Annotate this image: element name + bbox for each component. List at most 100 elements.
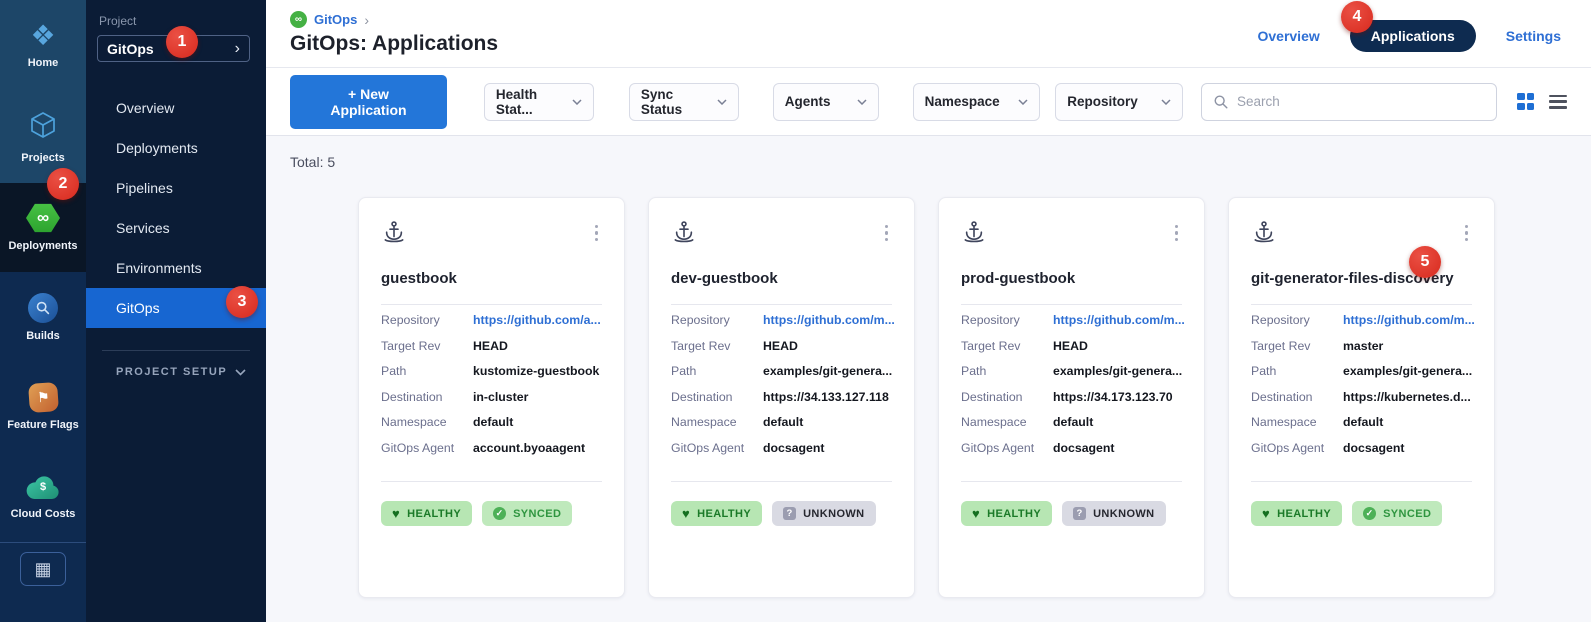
field-label: GitOps Agent (381, 441, 473, 455)
path-value: kustomize-guestbook (473, 364, 599, 378)
agent-value: account.byoaagent (473, 441, 585, 455)
application-card-dev-guestbook[interactable]: dev-guestbook Repositoryhttps://github.c… (648, 197, 915, 598)
apps-grid-icon: ▦ (34, 560, 51, 578)
filter-agents[interactable]: Agents (773, 83, 879, 121)
field-label: Destination (1251, 390, 1343, 404)
check-circle-icon: ✓ (1363, 507, 1376, 520)
sidebar-item-deployments[interactable]: Deployments (86, 128, 266, 168)
target-rev-value: HEAD (1053, 339, 1088, 353)
namespace-value: default (473, 415, 513, 429)
rail-item-label: Projects (21, 152, 64, 164)
home-icon: ❖ (30, 22, 55, 50)
field-label: Path (961, 364, 1053, 378)
filter-repository[interactable]: Repository (1055, 83, 1183, 121)
list-view-icon[interactable] (1549, 95, 1567, 109)
namespace-value: default (763, 415, 803, 429)
field-label: Target Rev (961, 339, 1053, 353)
divider (381, 481, 602, 482)
module-rail: ❖ Home Projects ∞ Deployments Builds ⚑ (0, 0, 86, 622)
heart-icon: ♥ (972, 507, 980, 520)
filter-namespace[interactable]: Namespace (913, 83, 1041, 121)
application-card-prod-guestbook[interactable]: prod-guestbook Repositoryhttps://github.… (938, 197, 1205, 598)
chevron-down-icon (235, 369, 246, 376)
filter-label: Sync Status (641, 87, 717, 117)
rail-item-builds[interactable]: Builds (0, 272, 86, 362)
badge-label: UNKNOWN (803, 508, 864, 520)
field-label: Repository (961, 313, 1053, 327)
project-selector-value: GitOps (107, 41, 154, 57)
field-label: Target Rev (1251, 339, 1343, 353)
divider (961, 481, 1182, 482)
repository-link[interactable]: https://github.com/m... (1053, 313, 1185, 327)
tab-settings[interactable]: Settings (1506, 28, 1561, 44)
namespace-value: default (1343, 415, 1383, 429)
chevron-right-icon: › (235, 40, 240, 58)
module-switcher-button[interactable]: ▦ (20, 552, 66, 586)
page-title: GitOps: Applications (290, 32, 498, 56)
rail-item-home[interactable]: ❖ Home (0, 0, 86, 90)
sidebar-item-pipelines[interactable]: Pipelines (86, 168, 266, 208)
rail-item-feature-flags[interactable]: ⚑ Feature Flags (0, 362, 86, 452)
application-card-git-generator-files-discovery[interactable]: git-generator-files-discovery Repository… (1228, 197, 1495, 598)
project-setup-toggle[interactable]: PROJECT SETUP (86, 366, 266, 378)
heart-icon: ♥ (392, 507, 400, 520)
card-menu-button[interactable] (1171, 221, 1182, 245)
chevron-down-icon (1018, 99, 1028, 105)
application-card-guestbook[interactable]: guestbook Repositoryhttps://github.com/a… (358, 197, 625, 598)
agent-value: docsagent (1053, 441, 1115, 455)
field-label: GitOps Agent (961, 441, 1053, 455)
chevron-down-icon (857, 99, 867, 105)
badge-label: HEALTHY (697, 508, 751, 520)
deployments-gitops-icon: ∞ (26, 203, 60, 233)
sidebar-item-services[interactable]: Services (86, 208, 266, 248)
tab-overview[interactable]: Overview (1257, 28, 1319, 44)
filter-sync-status[interactable]: Sync Status (629, 83, 739, 121)
path-value: examples/git-genera... (1053, 364, 1182, 378)
cloud-costs-icon: $ (25, 475, 61, 501)
annotation-badge-4: 4 (1341, 1, 1373, 33)
application-name: dev-guestbook (671, 270, 892, 287)
application-anchor-icon (671, 219, 697, 245)
field-label: Target Rev (671, 339, 763, 353)
application-anchor-icon (961, 219, 987, 245)
new-application-button[interactable]: + New Application (290, 75, 447, 129)
rail-item-projects[interactable]: Projects (0, 90, 86, 183)
sync-status-badge: ✓ SYNCED (1352, 501, 1442, 526)
agent-value: docsagent (763, 441, 825, 455)
divider (1251, 304, 1472, 305)
project-setup-label: PROJECT SETUP (116, 366, 227, 378)
card-menu-button[interactable] (591, 221, 602, 245)
badge-label: HEALTHY (1277, 508, 1331, 520)
rail-item-cloud-costs[interactable]: $ Cloud Costs (0, 452, 86, 542)
application-name: prod-guestbook (961, 270, 1182, 287)
annotation-badge-3: 3 (226, 286, 258, 318)
rail-item-label: Cloud Costs (11, 508, 76, 520)
health-status-badge: ♥HEALTHY (381, 501, 472, 526)
badge-label: SYNCED (1383, 508, 1431, 520)
grid-view-icon[interactable] (1517, 93, 1534, 110)
filter-label: Namespace (925, 94, 1000, 109)
rail-item-label: Feature Flags (7, 419, 79, 431)
card-menu-button[interactable] (1461, 221, 1472, 245)
card-menu-button[interactable] (881, 221, 892, 245)
breadcrumb-gitops-link[interactable]: GitOps (314, 12, 357, 27)
sidebar-item-overview[interactable]: Overview (86, 88, 266, 128)
question-icon: ? (1073, 507, 1086, 520)
application-anchor-icon (1251, 219, 1277, 245)
repository-link[interactable]: https://github.com/m... (763, 313, 895, 327)
filter-health-status[interactable]: Health Stat... (484, 83, 594, 121)
repository-link[interactable]: https://github.com/a... (473, 313, 601, 327)
rail-item-label: Builds (26, 330, 60, 342)
agent-value: docsagent (1343, 441, 1405, 455)
field-label: Destination (381, 390, 473, 404)
filter-label: Agents (785, 94, 831, 109)
chevron-down-icon (572, 99, 582, 105)
search-input[interactable] (1237, 94, 1485, 109)
path-value: examples/git-genera... (763, 364, 892, 378)
badge-label: SYNCED (513, 508, 561, 520)
destination-value: https://kubernetes.d... (1343, 390, 1471, 404)
heart-icon: ♥ (682, 507, 690, 520)
check-circle-icon: ✓ (493, 507, 506, 520)
sidebar-item-environments[interactable]: Environments (86, 248, 266, 288)
repository-link[interactable]: https://github.com/m... (1343, 313, 1475, 327)
